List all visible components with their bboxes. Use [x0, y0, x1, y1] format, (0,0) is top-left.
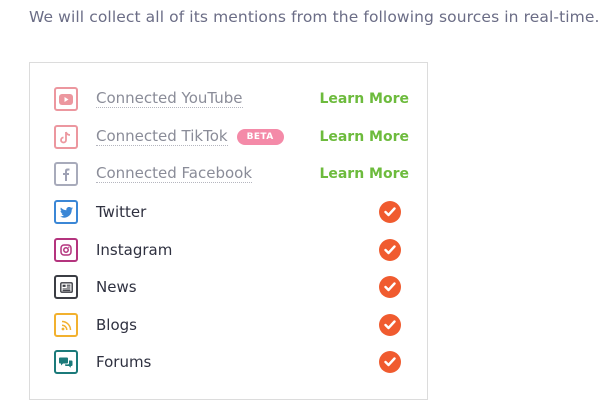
youtube-icon: [54, 87, 78, 111]
source-label-news: News: [96, 278, 137, 296]
check-icon[interactable]: [379, 314, 401, 336]
source-row-facebook: Connected Facebook Learn More: [54, 159, 409, 189]
twitter-icon: [54, 200, 78, 224]
source-label-forums: Forums: [96, 353, 152, 371]
learn-more-link-youtube[interactable]: Learn More: [319, 91, 409, 107]
learn-more-link-facebook[interactable]: Learn More: [319, 166, 409, 182]
source-label-instagram: Instagram: [96, 241, 173, 259]
learn-more-link-tiktok[interactable]: Learn More: [319, 129, 409, 145]
source-label-tiktok[interactable]: Connected TikTok: [96, 128, 228, 146]
instagram-icon: [54, 238, 78, 262]
beta-badge: BETA: [236, 129, 284, 145]
blog-rss-icon: [54, 313, 78, 337]
intro-text: We will collect all of its mentions from…: [29, 8, 599, 26]
source-row-youtube: Connected YouTube Learn More: [54, 84, 409, 114]
source-label-facebook[interactable]: Connected Facebook: [96, 165, 253, 183]
source-label-youtube[interactable]: Connected YouTube: [96, 90, 243, 108]
source-row-blogs: Blogs: [54, 310, 409, 340]
source-row-news: News: [54, 272, 409, 302]
source-label-blogs: Blogs: [96, 316, 137, 334]
news-icon: [54, 275, 78, 299]
source-row-instagram: Instagram: [54, 235, 409, 265]
forums-icon: [54, 350, 78, 374]
check-icon[interactable]: [379, 351, 401, 373]
sources-card: Connected YouTube Learn More Connected T…: [29, 62, 428, 400]
tiktok-icon: [54, 125, 78, 149]
source-label-twitter: Twitter: [96, 203, 147, 221]
check-icon[interactable]: [379, 201, 401, 223]
source-row-tiktok: Connected TikTok BETA Learn More: [54, 122, 409, 152]
check-icon[interactable]: [379, 239, 401, 261]
check-icon[interactable]: [379, 276, 401, 298]
source-row-twitter: Twitter: [54, 197, 409, 227]
facebook-icon: [54, 162, 78, 186]
source-row-forums: Forums: [54, 347, 409, 377]
